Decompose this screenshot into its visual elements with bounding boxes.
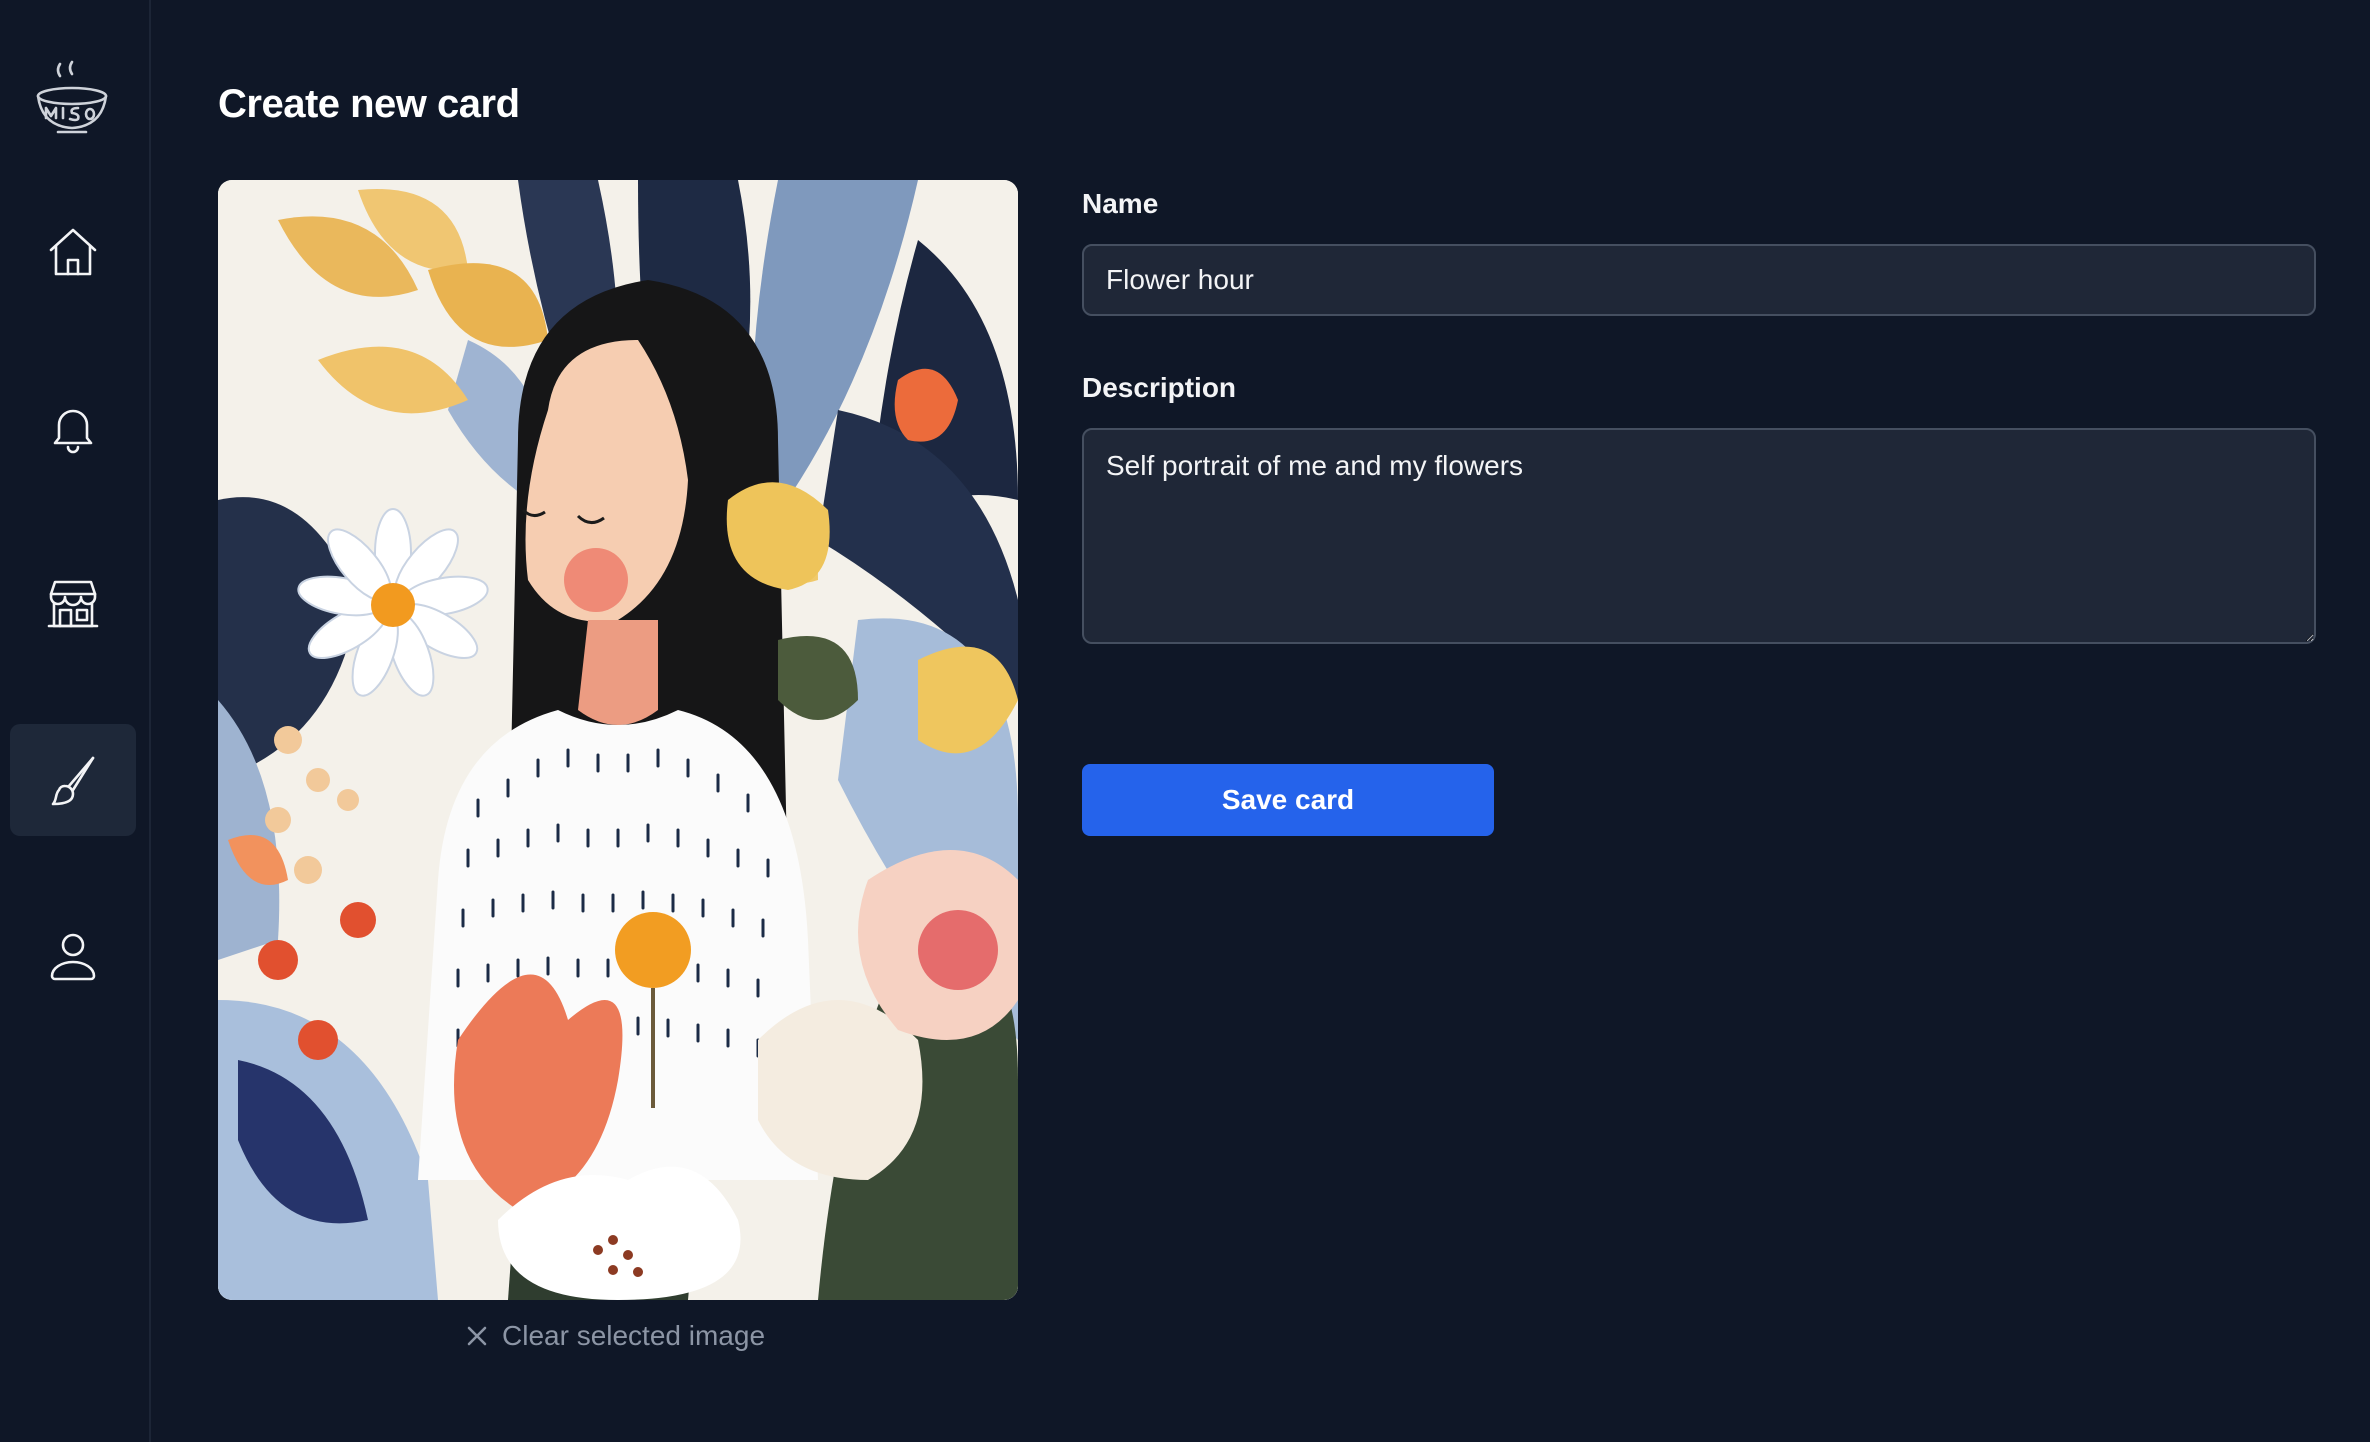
page-title: Create new card [218, 82, 520, 126]
home-icon [49, 228, 97, 276]
clear-image-button[interactable]: Clear selected image [466, 1316, 765, 1356]
name-input[interactable] [1082, 244, 2316, 316]
sidebar-item-home[interactable] [10, 196, 136, 308]
miso-logo-icon[interactable] [30, 56, 114, 140]
close-icon [467, 1326, 487, 1346]
save-card-button[interactable]: Save card [1082, 764, 1494, 836]
store-icon [47, 580, 99, 628]
user-icon [50, 933, 96, 981]
sidebar [0, 0, 151, 1442]
bell-icon [53, 409, 93, 454]
description-textarea[interactable]: Self portrait of me and my flowers [1082, 428, 2316, 644]
clear-image-label: Clear selected image [502, 1320, 766, 1351]
brush-icon [51, 756, 95, 806]
sidebar-item-profile[interactable] [10, 900, 136, 1012]
sidebar-item-create[interactable] [10, 724, 136, 836]
selected-card-image [218, 180, 1018, 1300]
sidebar-item-store[interactable] [10, 548, 136, 660]
description-label: Description [1082, 372, 1237, 403]
name-label: Name [1082, 188, 1159, 219]
sidebar-item-notifications[interactable] [10, 372, 136, 484]
